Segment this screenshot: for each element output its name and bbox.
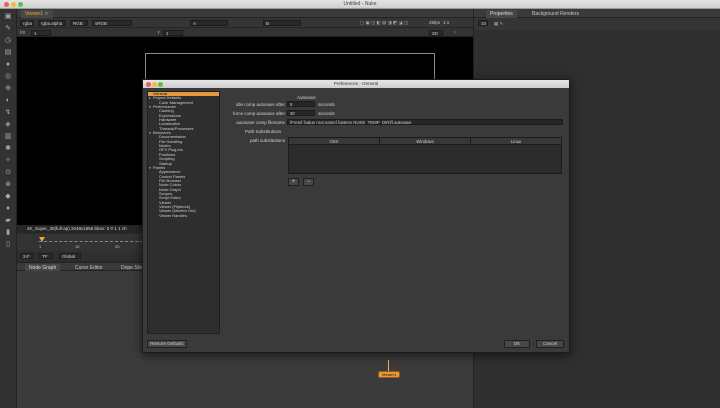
autosave-filename-label: autosave comp filename: [236, 120, 285, 125]
hud-icon[interactable]: ▯: [4, 241, 12, 248]
input-a-select[interactable]: A: [190, 19, 228, 26]
input-b-select[interactable]: B: [263, 19, 301, 26]
viewer-controls-row: rgba rgba.alpha RGB sRGB A B ▢ ▣ ◫ ◧ ▤ ◨…: [17, 18, 473, 28]
close-window-button[interactable]: [4, 2, 9, 7]
timeline-tick: 1: [39, 244, 42, 249]
deep-icon[interactable]: ◆: [4, 193, 12, 200]
timeline-tick: 20: [115, 244, 120, 249]
3d-icon[interactable]: ◈: [4, 121, 12, 128]
tree-item[interactable]: Viewer Handles: [148, 212, 219, 218]
draw-icon[interactable]: ✎: [4, 25, 12, 32]
preferences-dialog: Preferences - General ▸ General ▸ Project D…: [142, 79, 570, 353]
nodes-toolbar: ▣ ✎ ◷ ▤ ● ◎ ⊕ ◐ ↯ ◈ ▥ ✱ ✧ ⊙ ⊗ ◆ ♦ ▰ ▮ ▯: [0, 9, 17, 408]
colorspace-select[interactable]: RGB: [70, 19, 88, 26]
tab-background-renders[interactable]: Background Renders: [528, 10, 583, 18]
toolsets-icon[interactable]: ⊙: [4, 169, 12, 176]
window-title: Untitled - Nuke: [343, 1, 377, 7]
autosave-filename-field[interactable]: [Fretof [value root.name] [getenv NUKE_T…: [287, 119, 563, 125]
force-autosave-field[interactable]: 30: [287, 110, 315, 116]
tf-select[interactable]: TF: [39, 252, 53, 259]
idle-autosave-field[interactable]: 5: [287, 101, 315, 107]
dialog-titlebar: Preferences - General: [143, 80, 569, 88]
playhead-marker[interactable]: [39, 237, 45, 242]
time-icon[interactable]: ◷: [4, 37, 12, 44]
max-panels-field[interactable]: 10: [478, 19, 488, 26]
zoom-window-button[interactable]: [18, 2, 23, 7]
gamma-field[interactable]: 1: [163, 29, 183, 36]
furnace-icon[interactable]: ♦: [4, 205, 12, 212]
keyer-icon[interactable]: ⊕: [4, 85, 12, 92]
fps-readout: 25fps: [429, 20, 441, 25]
proxy-select[interactable]: 2D: [429, 29, 443, 36]
properties-toolbar: 10 ▦ ✎: [473, 18, 720, 30]
views-icon[interactable]: ▥: [4, 133, 12, 140]
close-icon[interactable]: ✕: [44, 11, 48, 17]
viewer-gain-row: f/8 1 Y 1 2D ✕: [17, 28, 473, 37]
autosave-heading: Autosave: [297, 95, 316, 100]
force-autosave-label: force comp autosave after: [232, 111, 285, 116]
stop-icon[interactable]: ✕: [453, 30, 457, 36]
tab-viewer1[interactable]: Viewer1 ✕: [21, 10, 53, 18]
force-autosave-unit: seconds: [318, 111, 335, 116]
display-select[interactable]: sRGB: [92, 19, 132, 26]
channel-icon[interactable]: ▤: [4, 49, 12, 56]
transform-icon[interactable]: ↯: [4, 109, 12, 116]
lock-icon[interactable]: ▢ ▣ ◫ ◧ ▤ ◨ ◩ ◪ ◫: [360, 20, 408, 26]
viewer-node[interactable]: Viewer1: [378, 371, 400, 378]
path-substitutions-heading: Path Substitutions: [245, 129, 282, 134]
add-row-button[interactable]: +: [288, 178, 299, 186]
fps-select[interactable]: 24*: [20, 252, 34, 259]
timeline-tick: 10: [75, 244, 80, 249]
zoom-select[interactable]: 1:1: [443, 20, 449, 26]
path-substitutions-table[interactable]: OSX Windows Linux: [288, 137, 562, 174]
table-header: OSX Windows Linux: [289, 138, 561, 145]
minimize-dialog-button[interactable]: [152, 81, 157, 87]
filter-icon[interactable]: ◎: [4, 73, 12, 80]
range-select[interactable]: Global: [59, 252, 81, 259]
cancel-button[interactable]: Cancel: [536, 340, 564, 348]
column-linux[interactable]: Linux: [471, 138, 561, 145]
other-icon[interactable]: ⊗: [4, 181, 12, 188]
pipeline-icon[interactable]: ▮: [4, 229, 12, 236]
minimize-window-button[interactable]: [11, 2, 16, 7]
restore-defaults-button[interactable]: Restore Defaults: [147, 340, 187, 348]
column-windows[interactable]: Windows: [380, 138, 471, 145]
path-substitutions-label: path substitutions: [249, 138, 285, 143]
metadata-icon[interactable]: ✱: [4, 145, 12, 152]
color-icon[interactable]: ●: [4, 61, 12, 68]
zoom-dialog-button[interactable]: [158, 81, 163, 87]
particles-icon[interactable]: ✧: [4, 157, 12, 164]
shader-icon[interactable]: ▰: [4, 217, 12, 224]
remove-row-button[interactable]: −: [303, 178, 314, 186]
alpha-select[interactable]: rgba.alpha: [38, 19, 66, 26]
viewer-tabbar: Viewer1 ✕: [17, 9, 473, 18]
channels-select[interactable]: rgba: [20, 19, 34, 26]
properties-tabbar: Properties Background Renders: [473, 9, 720, 18]
column-osx[interactable]: OSX: [289, 138, 380, 145]
tab-properties[interactable]: Properties: [486, 10, 517, 18]
properties-tools-icon[interactable]: ▦ ✎: [494, 21, 503, 27]
gain-label: f/8: [20, 30, 26, 35]
window-titlebar: Untitled - Nuke: [0, 0, 720, 9]
idle-autosave-unit: seconds: [318, 102, 335, 107]
gain-field[interactable]: 1: [31, 29, 51, 36]
gamma-label: Y: [157, 30, 161, 35]
node-connection: [388, 360, 389, 371]
preferences-category-tree: ▸ General ▸ Project Defaults Color Managemen…: [147, 91, 220, 334]
idle-autosave-label: idle comp autosave after: [235, 102, 285, 107]
image-icon[interactable]: ▣: [4, 13, 12, 20]
close-dialog-button[interactable]: [146, 81, 151, 87]
ok-button[interactable]: OK: [504, 340, 530, 348]
tree-item-label: Viewer Handles: [159, 212, 187, 218]
merge-icon[interactable]: ◐: [4, 97, 12, 104]
dialog-title: Preferences - General: [333, 81, 379, 86]
